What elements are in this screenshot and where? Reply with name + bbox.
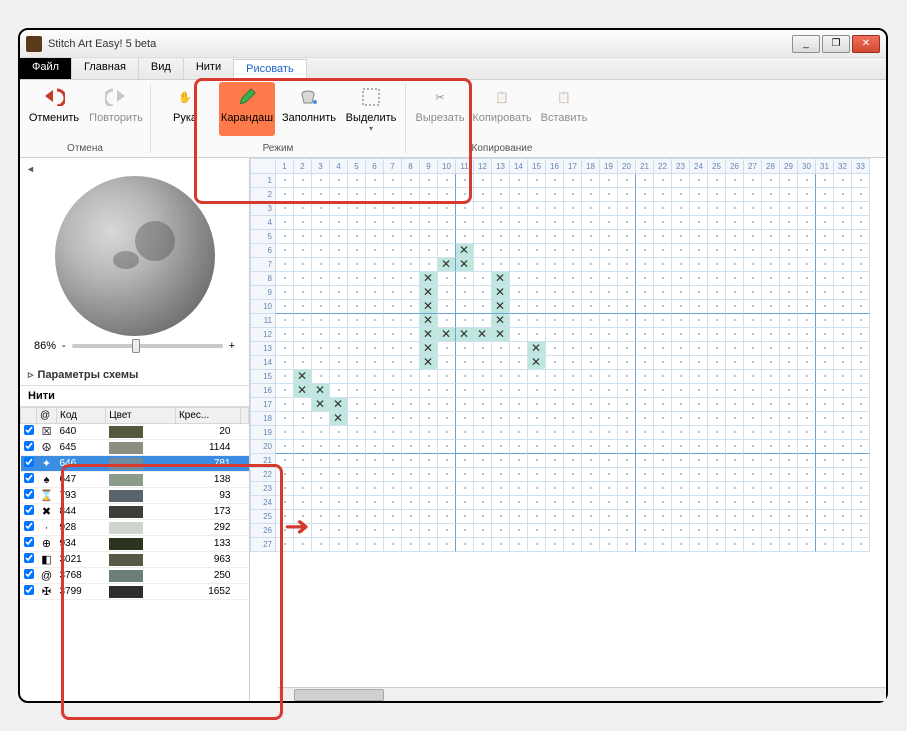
thread-checkbox[interactable]	[24, 473, 34, 483]
thread-checkbox[interactable]	[24, 585, 34, 595]
table-row[interactable]: ✦ 646 781	[21, 456, 249, 472]
paste-icon: 📋	[552, 85, 576, 109]
color-swatch	[109, 586, 143, 598]
color-swatch	[109, 458, 143, 470]
app-icon	[26, 36, 42, 52]
table-row[interactable]: ♠ 647 138	[21, 472, 249, 488]
thread-checkbox[interactable]	[24, 441, 34, 451]
annotation-arrow: ➜	[284, 511, 310, 542]
thread-checkbox[interactable]	[24, 553, 34, 563]
tab-home[interactable]: Главная	[72, 58, 139, 79]
col-at[interactable]: @	[37, 408, 57, 424]
table-row[interactable]: ⊕ 934 133	[21, 536, 249, 552]
bucket-icon	[297, 85, 321, 109]
thread-checkbox[interactable]	[24, 537, 34, 547]
color-swatch	[109, 426, 143, 438]
ribbon-tabs: Файл Главная Вид Нити Рисовать	[20, 58, 886, 80]
params-expander[interactable]: ▹Параметры схемы	[20, 364, 249, 386]
col-color[interactable]: Цвет	[106, 408, 176, 424]
undo-icon	[42, 85, 66, 109]
pencil-tool[interactable]: Карандаш	[219, 82, 275, 136]
threads-header: Нити	[20, 386, 249, 407]
copy-button[interactable]: 📋 Копировать	[474, 82, 530, 127]
window-title: Stitch Art Easy! 5 beta	[48, 38, 792, 50]
tab-draw[interactable]: Рисовать	[234, 59, 307, 80]
hand-tool[interactable]: ✋ Рука	[157, 82, 213, 136]
hand-icon: ✋	[173, 85, 197, 109]
tab-view[interactable]: Вид	[139, 58, 184, 79]
select-icon	[359, 85, 383, 109]
maximize-button[interactable]: ❐	[822, 35, 850, 53]
color-swatch	[109, 506, 143, 518]
ribbon-body: Отменить Повторить Отмена ✋ Рука Каранда…	[20, 80, 886, 158]
table-row[interactable]: · 928 292	[21, 520, 249, 536]
color-swatch	[109, 522, 143, 534]
horizontal-scrollbar[interactable]	[278, 687, 886, 701]
tab-file[interactable]: Файл	[20, 58, 72, 79]
pencil-icon	[235, 85, 259, 109]
col-crosses[interactable]: Крес...	[175, 408, 240, 424]
color-swatch	[109, 474, 143, 486]
table-row[interactable]: @ 3768 250	[21, 568, 249, 584]
thread-checkbox[interactable]	[24, 569, 34, 579]
table-row[interactable]: ◧ 3021 963	[21, 552, 249, 568]
clipboard-icon: 📋	[490, 85, 514, 109]
scissors-icon: ✂	[428, 85, 452, 109]
zoom-slider[interactable]	[72, 344, 223, 348]
threads-table: @ Код Цвет Крес... ☒ 640 20 ☮ 645 1144 ✦…	[20, 407, 249, 600]
redo-icon	[104, 85, 128, 109]
zoom-in-button[interactable]: +	[229, 340, 235, 352]
close-button[interactable]: ✕	[852, 35, 880, 53]
thread-checkbox[interactable]	[24, 425, 34, 435]
col-code[interactable]: Код	[57, 408, 106, 424]
titlebar: Stitch Art Easy! 5 beta _ ❐ ✕	[20, 30, 886, 58]
fill-tool[interactable]: Заполнить	[281, 82, 337, 136]
cut-button[interactable]: ✂ Вырезать	[412, 82, 468, 127]
color-swatch	[109, 570, 143, 582]
group-label-copy: Копирование	[412, 143, 592, 155]
color-swatch	[109, 490, 143, 502]
minimize-button[interactable]: _	[792, 35, 820, 53]
table-row[interactable]: ✖ 844 173	[21, 504, 249, 520]
table-row[interactable]: ☮ 645 1144	[21, 440, 249, 456]
select-tool[interactable]: Выделить ▾	[343, 82, 399, 136]
zoom-out-button[interactable]: -	[62, 340, 66, 352]
group-label-mode: Режим	[157, 143, 399, 155]
thread-checkbox[interactable]	[24, 521, 34, 531]
tab-threads[interactable]: Нити	[184, 58, 234, 79]
undo-button[interactable]: Отменить	[26, 82, 82, 127]
color-swatch	[109, 554, 143, 566]
zoom-value: 86%	[34, 340, 56, 352]
thread-checkbox[interactable]	[24, 505, 34, 515]
color-swatch	[109, 442, 143, 454]
paste-button[interactable]: 📋 Вставить	[536, 82, 592, 127]
group-label-undo: Отмена	[26, 143, 144, 155]
preview-image	[55, 176, 215, 336]
canvas-grid[interactable]: 1234567891011121314151617181920212223242…	[250, 158, 886, 701]
table-row[interactable]: ☒ 640 20	[21, 424, 249, 440]
sidebar: ◄ 86% - + ▹Параметры схемы Нити @ Код	[20, 158, 250, 701]
color-swatch	[109, 538, 143, 550]
thread-checkbox[interactable]	[24, 457, 34, 467]
table-row[interactable]: ✠ 3799 1652	[21, 584, 249, 600]
table-row[interactable]: ⌛ 793 93	[21, 488, 249, 504]
redo-button[interactable]: Повторить	[88, 82, 144, 127]
thread-checkbox[interactable]	[24, 489, 34, 499]
chevron-down-icon: ▾	[369, 124, 373, 133]
